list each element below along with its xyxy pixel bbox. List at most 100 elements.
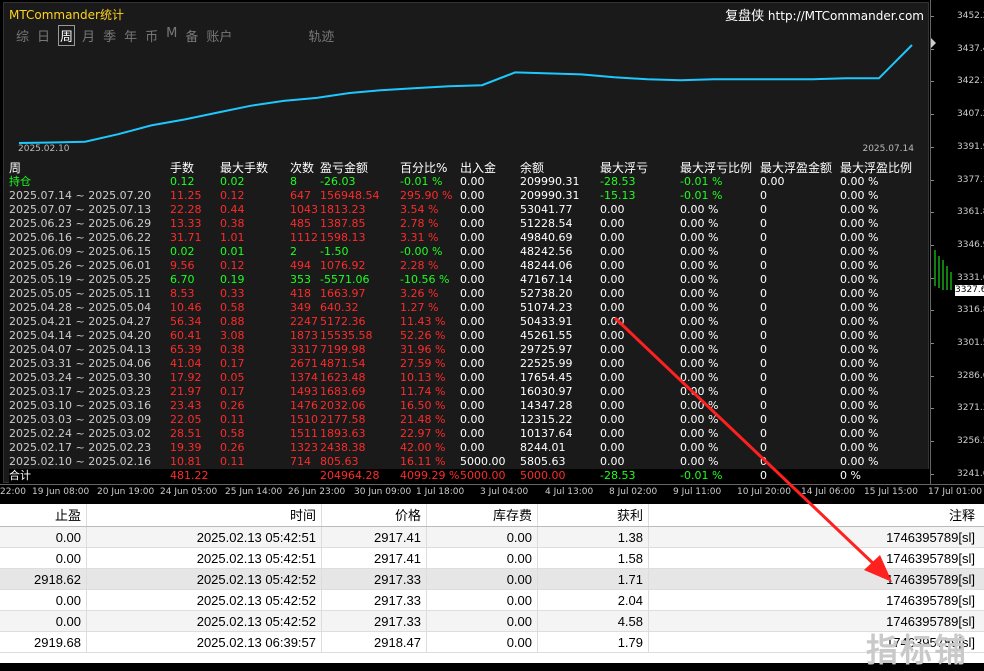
cell: 2025.05.26 ~ 2025.06.01 (9, 259, 152, 272)
table-row[interactable]: 2025.06.09 ~ 2025.06.15 0.02 0.01 2 -1.50 -0.… (9, 245, 929, 259)
grid-header-cell[interactable]: 时间 (87, 504, 322, 526)
grid-row[interactable]: 0.00 2025.02.13 05:42:52 2917.33 0.00 2.04 17… (0, 590, 984, 611)
cell: 2025.04.14 ~ 2025.04.20 (9, 329, 152, 342)
cell: 52738.20 (520, 287, 573, 300)
grid-cell: 2919.68 (0, 632, 87, 652)
table-row[interactable]: 2025.05.26 ~ 2025.06.01 9.56 0.12 494 1076.9… (9, 259, 929, 273)
grid-cell: 2917.33 (322, 569, 427, 589)
cell: 0.00 (460, 217, 485, 230)
grid-header-cell[interactable]: 注释 (649, 504, 980, 526)
cell: 47167.14 (520, 273, 573, 286)
table-row[interactable]: 2025.04.07 ~ 2025.04.13 65.39 0.38 3317 7199… (9, 343, 929, 357)
cell: 2025.05.05 ~ 2025.05.11 (9, 287, 152, 300)
cell: 0.58 (220, 427, 245, 440)
cell: 0.00 % (840, 329, 879, 342)
cell: 1598.13 (320, 231, 366, 244)
table-row[interactable]: 2025.06.23 ~ 2025.06.29 13.33 0.38 485 1387.… (9, 217, 929, 231)
table-row[interactable]: 2025.03.10 ~ 2025.03.16 23.43 0.26 1476 2032… (9, 399, 929, 413)
site-url: http://MTCommander.com (767, 9, 924, 23)
time-axis: 22:00 19 Jun 08:00 20 Jun 19:00 24 Jun 05:0… (0, 484, 984, 504)
cell: 353 (290, 273, 311, 286)
table-row[interactable]: 2025.07.14 ~ 2025.07.20 11.25 0.12 647 15694… (9, 189, 929, 203)
cell: 1873 (290, 329, 318, 342)
table-row[interactable]: 2025.03.24 ~ 2025.03.30 17.92 0.05 1374 1623… (9, 371, 929, 385)
cell: 65.39 (170, 343, 202, 356)
table-row[interactable]: 2025.02.17 ~ 2025.02.23 19.39 0.26 1323 2438… (9, 441, 929, 455)
table-row[interactable]: 2025.03.31 ~ 2025.04.06 41.04 0.17 2671 4871… (9, 357, 929, 371)
cell: 0 (760, 413, 767, 426)
cell: 0.00 % (840, 371, 879, 384)
table-row[interactable]: 2025.04.14 ~ 2025.04.20 60.41 3.08 1873 1553… (9, 329, 929, 343)
grid-header-cell[interactable]: 止盈 (0, 504, 87, 526)
cell: 485 (290, 217, 311, 230)
cell: 1076.92 (320, 259, 366, 272)
cell: 2025.06.09 ~ 2025.06.15 (9, 245, 152, 258)
header-cell: 最大浮亏比例 (680, 161, 753, 175)
cell: 0.00 % (840, 357, 879, 370)
cell: 0.00 (460, 245, 485, 258)
cell: 0.00 (460, 287, 485, 300)
cell: 0.00 (600, 357, 625, 370)
grid-cell: 0.00 (0, 548, 87, 568)
cell: 29725.97 (520, 343, 573, 356)
header-cell: 余额 (520, 161, 545, 175)
table-row[interactable]: 持仓 0.12 0.02 8 -26.03 -0.01 % 0.00 209990.31 -28… (9, 175, 929, 189)
grid-header-cell[interactable]: 获利 (538, 504, 649, 526)
grid-header-cell[interactable]: 库存费 (427, 504, 538, 526)
grid-cell: 2.04 (538, 590, 649, 610)
table-row[interactable]: 2025.03.03 ~ 2025.03.09 22.05 0.11 1510 2177… (9, 413, 929, 427)
cell: 23.43 (170, 399, 202, 412)
cell: 1476 (290, 399, 318, 412)
cell: 0.00 % (680, 231, 719, 244)
cell: 349 (290, 301, 311, 314)
table-row[interactable]: 2025.05.19 ~ 2025.05.25 6.70 0.19 353 -5571.… (9, 273, 929, 287)
cell: 2025.02.24 ~ 2025.03.02 (9, 427, 152, 440)
table-row[interactable]: 2025.02.24 ~ 2025.03.02 28.51 0.58 1511 1893… (9, 427, 929, 441)
total-cell: 204964.28 (320, 469, 380, 482)
table-row[interactable]: 2025.04.28 ~ 2025.05.04 10.46 0.58 349 640.3… (9, 301, 929, 315)
cell: 5000.00 (460, 455, 506, 468)
grid-cell: 0.00 (427, 569, 538, 589)
grid-cell: 2917.33 (322, 611, 427, 631)
table-row[interactable]: 2025.02.10 ~ 2025.02.16 10.81 0.11 714 805.6… (9, 455, 929, 469)
cell: 2025.04.21 ~ 2025.04.27 (9, 315, 152, 328)
cell: 0 (760, 259, 767, 272)
table-row[interactable]: 2025.04.21 ~ 2025.04.27 56.34 0.88 2247 5172… (9, 315, 929, 329)
total-cell: 481.22 (170, 469, 209, 482)
grid-cell: 0.00 (427, 527, 538, 547)
cell: 0.00 (600, 259, 625, 272)
stats-panel: MTCommander统计 复盘侠 http://MTCommander.com… (3, 2, 929, 484)
cell: 0.00 (600, 455, 625, 468)
grid-cell: 2025.02.13 05:42:52 (87, 569, 322, 589)
grid-header-cell[interactable]: 价格 (322, 504, 427, 526)
scrollbar-indicator[interactable] (931, 38, 936, 48)
grid-row[interactable]: 0.00 2025.02.13 05:42:51 2917.41 0.00 1.58 17… (0, 548, 984, 569)
grid-cell: 2025.02.13 06:39:57 (87, 632, 322, 652)
cell: 0.00 (600, 399, 625, 412)
cell: 0.00 % (840, 301, 879, 314)
cell: 0.02 (220, 175, 245, 188)
cell: 13.33 (170, 217, 202, 230)
grid-row[interactable]: 2918.62 2025.02.13 05:42:52 2917.33 0.00 1.7… (0, 569, 984, 590)
table-row[interactable]: 2025.05.05 ~ 2025.05.11 8.53 0.33 418 1663.9… (9, 287, 929, 301)
cell: 0.00 % (840, 399, 879, 412)
grid-row[interactable]: 0.00 2025.02.13 05:42:51 2917.41 0.00 1.38 17… (0, 527, 984, 548)
grid-cell: 1.71 (538, 569, 649, 589)
grid-row[interactable]: 2919.68 2025.02.13 06:39:57 2918.47 0.00 1.7… (0, 632, 984, 653)
table-row[interactable]: 2025.06.16 ~ 2025.06.22 31.71 1.01 1112 1598… (9, 231, 929, 245)
cell: 49840.69 (520, 231, 573, 244)
cell: 2247 (290, 315, 318, 328)
cell: 4871.54 (320, 357, 366, 370)
site-link[interactable]: 复盘侠 http://MTCommander.com (725, 5, 924, 24)
time-tick: 15 Jul 15:00 (864, 487, 918, 497)
table-row[interactable]: 2025.07.07 ~ 2025.07.13 22.28 0.44 1043 1813… (9, 203, 929, 217)
table-row[interactable]: 2025.03.17 ~ 2025.03.23 21.97 0.17 1493 1683… (9, 385, 929, 399)
cell: 418 (290, 287, 311, 300)
cell: -28.53 (600, 175, 636, 188)
cell: 0 (760, 273, 767, 286)
cell: 9.56 (170, 259, 195, 272)
cell: 1374 (290, 371, 318, 384)
grid-row[interactable]: 0.00 2025.02.13 05:42:52 2917.33 0.00 4.58 17… (0, 611, 984, 632)
price-label: 3286.65 (957, 370, 984, 381)
time-tick: 1 Jul 18:00 (416, 487, 465, 497)
